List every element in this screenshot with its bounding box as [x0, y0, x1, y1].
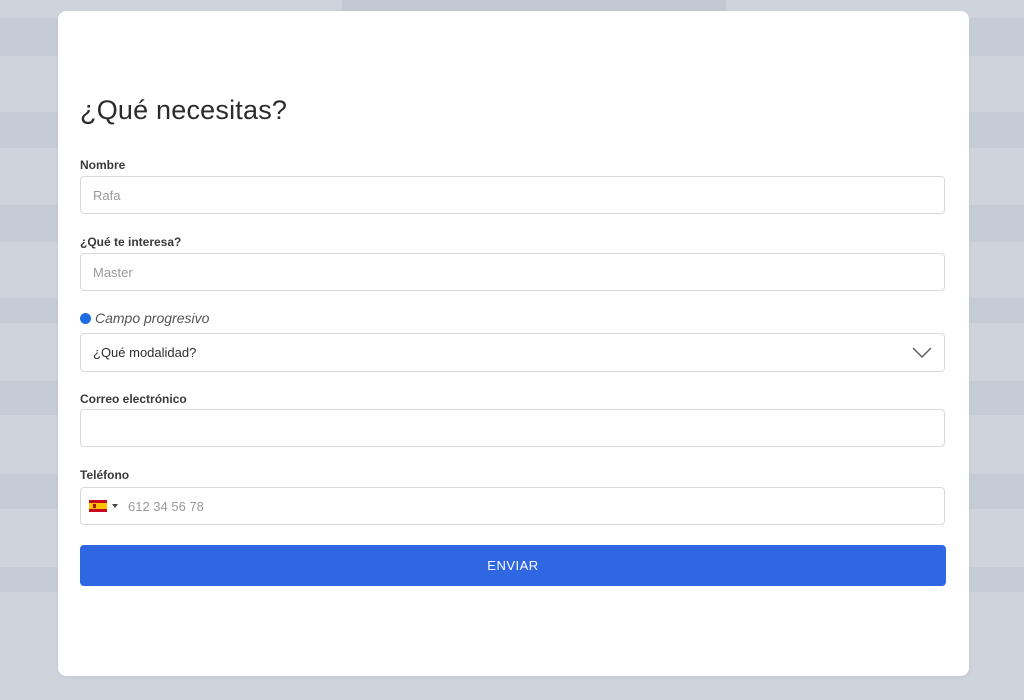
interes-input[interactable] [80, 253, 945, 291]
modalidad-select[interactable]: ¿Qué modalidad? [80, 333, 945, 372]
form-card: ¿Qué necesitas? Nombre ¿Qué te interesa?… [58, 11, 969, 676]
email-input[interactable] [80, 409, 945, 447]
spain-flag-icon [89, 500, 107, 512]
telefono-label: Teléfono [80, 468, 130, 482]
interes-label: ¿Qué te interesa? [80, 235, 182, 249]
email-label: Correo electrónico [80, 392, 187, 406]
caret-down-icon [112, 504, 118, 508]
enviar-button[interactable]: ENVIAR [80, 545, 946, 586]
telefono-input[interactable] [128, 488, 944, 524]
country-code-selector[interactable] [81, 488, 128, 524]
campo-progresivo-text: Campo progresivo [95, 310, 210, 326]
modalidad-selected-value: ¿Qué modalidad? [93, 345, 197, 360]
status-dot-icon [80, 312, 91, 324]
campo-progresivo-label: Campo progresivo [80, 310, 209, 326]
nombre-input[interactable] [80, 176, 945, 214]
chevron-down-icon [912, 347, 932, 358]
telefono-field [80, 487, 945, 525]
nombre-label: Nombre [80, 158, 126, 172]
background-block [342, 0, 726, 11]
form-title: ¿Qué necesitas? [80, 95, 288, 125]
